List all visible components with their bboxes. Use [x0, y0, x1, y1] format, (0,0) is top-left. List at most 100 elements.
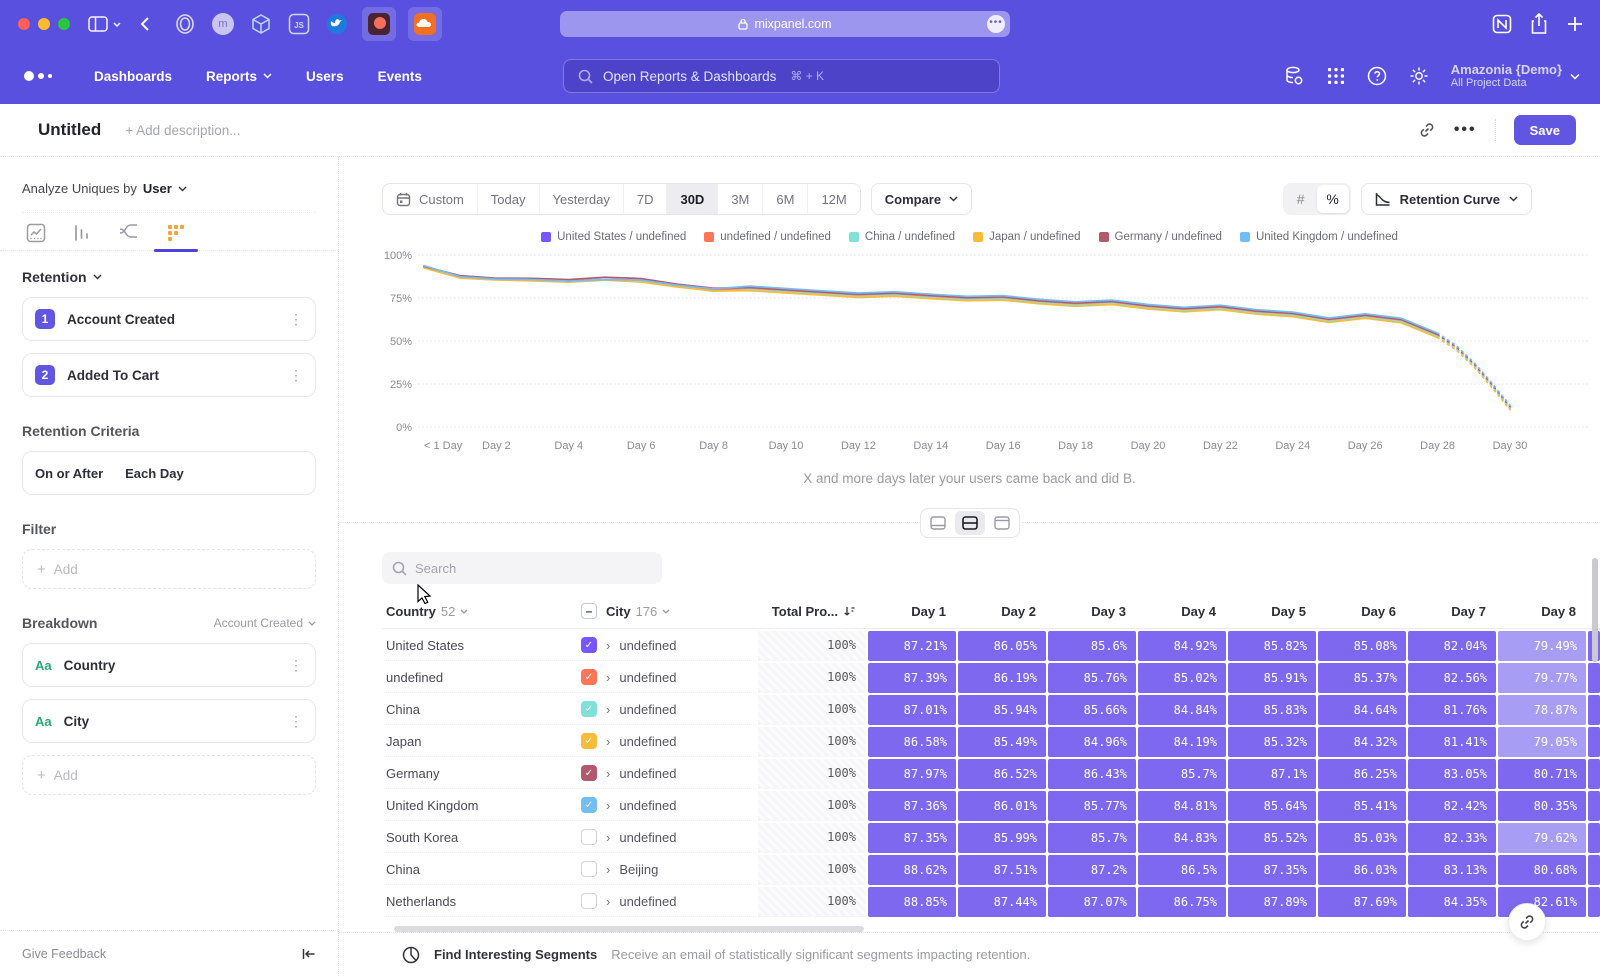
chart-type-select[interactable]: Retention Curve: [1361, 183, 1532, 215]
back-icon[interactable]: [140, 16, 150, 32]
minimize-window-button[interactable]: [38, 18, 50, 30]
expand-row-icon[interactable]: ›: [606, 702, 610, 717]
day-cell[interactable]: 86.25%: [1318, 759, 1406, 789]
day-cell[interactable]: 82.56%: [1408, 663, 1496, 693]
row-checkbox[interactable]: ✓: [581, 701, 597, 717]
share-link-button[interactable]: [1508, 903, 1546, 941]
percent-toggle[interactable]: %: [1317, 185, 1349, 213]
legend-item[interactable]: United States / undefined: [541, 231, 686, 243]
column-day-2[interactable]: Day 2: [958, 594, 1046, 627]
day-cell[interactable]: 87.21%: [868, 631, 956, 661]
day-cell[interactable]: 85.41%: [1318, 791, 1406, 821]
table-row[interactable]: Netherlands›undefined100%88.85%87.44%87.…: [382, 887, 1600, 917]
table-row[interactable]: Germany✓›undefined100%87.97%86.52%86.43%…: [382, 759, 1600, 789]
day-cell[interactable]: 84.81%: [1138, 791, 1226, 821]
copy-link-icon[interactable]: [1418, 121, 1436, 139]
add-breakdown-button[interactable]: +Add: [22, 755, 316, 795]
day-cell[interactable]: 83.05%: [1408, 759, 1496, 789]
day-cell[interactable]: 79.49%: [1498, 631, 1586, 661]
nav-item-reports[interactable]: Reports: [206, 69, 272, 84]
table-row[interactable]: South Korea›undefined100%87.35%85.99%85.…: [382, 823, 1600, 853]
expand-row-icon[interactable]: ›: [606, 734, 610, 749]
day-cell[interactable]: 85.94%: [958, 695, 1046, 725]
retention-section-label[interactable]: Retention: [22, 269, 87, 285]
day-cell[interactable]: 88.62%: [868, 855, 956, 885]
save-button[interactable]: Save: [1514, 115, 1576, 145]
retention-step-2[interactable]: 2Added To Cart⋮: [22, 353, 316, 397]
nav-item-users[interactable]: Users: [306, 69, 344, 84]
day-cell[interactable]: 82.04%: [1408, 631, 1496, 661]
expand-row-icon[interactable]: ›: [606, 766, 610, 781]
expand-row-icon[interactable]: ›: [606, 638, 610, 653]
day-cell[interactable]: 87.36%: [868, 791, 956, 821]
day-cell[interactable]: 86.19%: [958, 663, 1046, 693]
breakdown-on-select[interactable]: Account Created: [214, 616, 316, 630]
day-cell[interactable]: 86.5%: [1138, 855, 1226, 885]
day-cell[interactable]: 87.44%: [958, 887, 1046, 917]
day-cell[interactable]: 84.84%: [1138, 695, 1226, 725]
day-cell[interactable]: 82.33%: [1408, 823, 1496, 853]
table-row[interactable]: United Kingdom✓›undefined100%87.36%86.01…: [382, 791, 1600, 821]
mixpanel-logo[interactable]: [24, 71, 52, 81]
add-filter-button[interactable]: +Add: [22, 549, 316, 589]
day-cell[interactable]: 84.92%: [1138, 631, 1226, 661]
legend-item[interactable]: China / undefined: [849, 231, 955, 243]
sidebar-toggle-icon[interactable]: [88, 16, 122, 32]
absolute-numbers-toggle[interactable]: #: [1285, 185, 1317, 213]
cloud-icon[interactable]: [408, 7, 442, 41]
day-cell[interactable]: 81.76%: [1408, 695, 1496, 725]
day-cell[interactable]: 87.1%: [1228, 759, 1316, 789]
range-30d[interactable]: 30D: [667, 184, 718, 214]
breakdown-item-country[interactable]: AaCountry⋮: [22, 643, 316, 687]
retention-step-1[interactable]: 1Account Created⋮: [22, 297, 316, 341]
day-cell[interactable]: 79.77%: [1498, 663, 1586, 693]
day-cell[interactable]: 85.76%: [1048, 663, 1136, 693]
breakdown-options-icon[interactable]: ⋮: [289, 713, 303, 730]
project-switcher[interactable]: Amazonia {Demo} All Project Data: [1451, 62, 1580, 91]
settings-gear-icon[interactable]: [1409, 66, 1429, 86]
table-search-input[interactable]: [415, 561, 635, 576]
table-row[interactable]: United States✓›undefined100%87.21%86.05%…: [382, 631, 1600, 661]
day-cell[interactable]: 80.71%: [1498, 759, 1586, 789]
step-options-icon[interactable]: ⋮: [289, 367, 303, 384]
day-cell[interactable]: 85.99%: [958, 823, 1046, 853]
day-cell[interactable]: 87.35%: [1228, 855, 1316, 885]
data-management-icon[interactable]: [1283, 65, 1305, 87]
day-cell[interactable]: 86.01%: [958, 791, 1046, 821]
day-cell[interactable]: 87.07%: [1048, 887, 1136, 917]
day-cell[interactable]: 87.97%: [868, 759, 956, 789]
column-country[interactable]: Country52: [382, 594, 579, 627]
row-checkbox[interactable]: ✓: [581, 797, 597, 813]
legend-item[interactable]: undefined / undefined: [704, 231, 831, 243]
apps-grid-icon[interactable]: [1327, 67, 1345, 85]
day-cell[interactable]: 85.03%: [1318, 823, 1406, 853]
day-cell[interactable]: 88.85%: [868, 887, 956, 917]
day-cell[interactable]: 80.68%: [1498, 855, 1586, 885]
column-day-1[interactable]: Day 1: [868, 594, 956, 627]
column-day-8[interactable]: Day 8: [1498, 594, 1586, 627]
segments-title[interactable]: Find Interesting Segments: [434, 947, 597, 962]
step-options-icon[interactable]: ⋮: [289, 311, 303, 328]
day-cell[interactable]: 86.05%: [958, 631, 1046, 661]
expand-row-icon[interactable]: ›: [606, 670, 610, 685]
day-cell[interactable]: 85.91%: [1228, 663, 1316, 693]
table-row[interactable]: Japan✓›undefined100%86.58%85.49%84.96%84…: [382, 727, 1600, 757]
day-cell[interactable]: 87.35%: [868, 823, 956, 853]
horizontal-scrollbar[interactable]: [394, 926, 864, 933]
day-cell[interactable]: 85.6%: [1048, 631, 1136, 661]
range-yesterday[interactable]: Yesterday: [540, 184, 624, 214]
column-day-7[interactable]: Day 7: [1408, 594, 1496, 627]
range-today[interactable]: Today: [478, 184, 540, 214]
day-cell[interactable]: 87.2%: [1048, 855, 1136, 885]
retention-criteria-card[interactable]: On or After Each Day: [22, 451, 316, 495]
breakdown-options-icon[interactable]: ⋮: [289, 657, 303, 674]
row-checkbox[interactable]: ✓: [581, 669, 597, 685]
global-search[interactable]: Open Reports & Dashboards ⌘ + K: [563, 59, 1000, 93]
day-cell[interactable]: 85.52%: [1228, 823, 1316, 853]
day-cell[interactable]: 87.89%: [1228, 887, 1316, 917]
row-checkbox[interactable]: [581, 861, 597, 877]
day-cell[interactable]: 85.7%: [1138, 759, 1226, 789]
legend-item[interactable]: United Kingdom / undefined: [1240, 231, 1398, 243]
notion-icon[interactable]: [1492, 14, 1512, 34]
expand-row-icon[interactable]: ›: [606, 894, 610, 909]
